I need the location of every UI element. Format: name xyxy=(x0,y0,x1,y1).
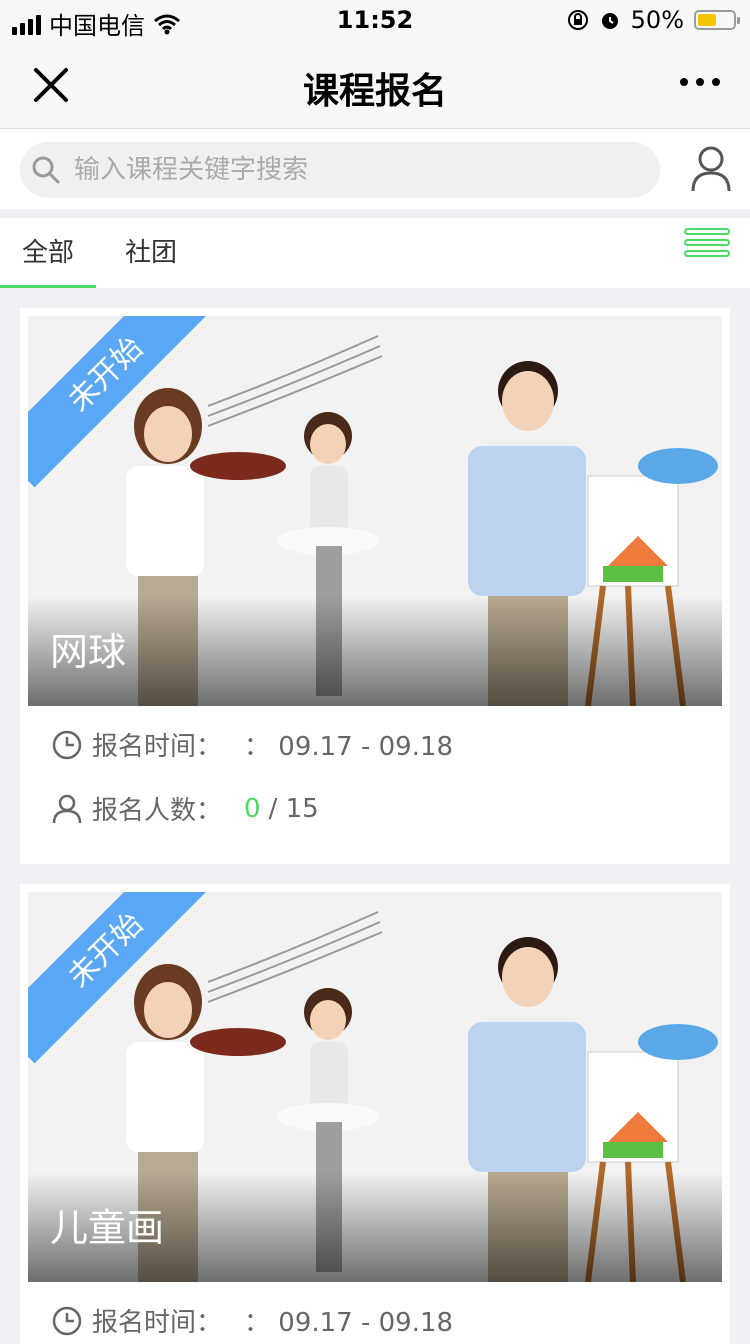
course-banner-image: 未开始 网球 xyxy=(28,316,722,706)
course-card[interactable]: 未开始 网球 报名时间： ： 09.17 - 09.18 报名人数： 0 / 1… xyxy=(20,308,730,864)
tab-club[interactable]: 社团 xyxy=(125,232,177,269)
course-title: 儿童画 xyxy=(50,1206,165,1250)
course-banner-image: 未开始 儿童画 xyxy=(28,892,722,1282)
signup-time-label: 报名时间： xyxy=(92,1308,223,1338)
clock-icon xyxy=(52,1306,82,1335)
signup-count-row: 报名人数： 0 / 15 xyxy=(52,790,319,827)
orientation-lock-icon xyxy=(567,10,588,30)
search-box[interactable] xyxy=(20,142,660,198)
capacity-count: / 15 xyxy=(268,793,319,824)
search-icon xyxy=(32,156,60,184)
signup-time-row: 报名时间： ： 09.17 - 09.18 xyxy=(52,726,453,763)
tab-all[interactable]: 全部 xyxy=(0,232,96,288)
alarm-icon xyxy=(601,13,618,29)
clock-icon xyxy=(52,730,82,759)
more-icon[interactable] xyxy=(680,78,720,86)
category-tabs: 全部 社团 xyxy=(0,218,750,288)
nav-bar: 课程报名 xyxy=(0,42,750,129)
person-icon xyxy=(52,794,82,823)
course-card[interactable]: 未开始 儿童画 报名时间： ： 09.17 - 09.18 xyxy=(20,884,730,1344)
search-row xyxy=(0,129,750,209)
course-title: 网球 xyxy=(50,630,127,674)
signup-time-label: 报名时间： xyxy=(92,732,223,762)
signup-count-label: 报名人数： xyxy=(92,796,223,826)
page-title: 课程报名 xyxy=(302,71,447,112)
list-view-icon[interactable] xyxy=(684,228,730,266)
signup-time-value: ： 09.17 - 09.18 xyxy=(244,1308,454,1338)
search-input[interactable] xyxy=(72,154,636,186)
status-bar: 中国电信 11:52 50% xyxy=(0,0,750,42)
signup-time-value: ： 09.17 - 09.18 xyxy=(244,732,454,762)
user-icon[interactable] xyxy=(690,145,732,193)
battery-icon xyxy=(694,10,740,30)
enrolled-count: 0 xyxy=(244,793,261,824)
battery-percent: 50% xyxy=(630,6,684,34)
signup-time-row: 报名时间： ： 09.17 - 09.18 xyxy=(52,1302,453,1339)
